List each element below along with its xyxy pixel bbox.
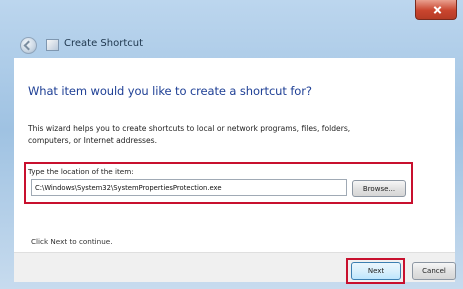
wizard-description: This wizard helps you to create shortcut… <box>28 124 351 145</box>
location-input[interactable] <box>31 179 347 196</box>
back-arrow-icon[interactable] <box>20 37 37 54</box>
next-button[interactable]: Next <box>351 262 401 280</box>
close-icon[interactable] <box>415 0 457 20</box>
page-heading: What item would you like to create a sho… <box>28 84 312 98</box>
window-title: Create Shortcut <box>64 38 143 49</box>
title-bar: Create Shortcut <box>0 0 463 54</box>
continue-hint: Click Next to continue. <box>31 237 113 246</box>
location-label: Type the location of the item: <box>28 167 134 176</box>
cancel-button[interactable]: Cancel <box>412 262 456 280</box>
browse-button[interactable]: Browse... <box>352 180 406 197</box>
shortcut-icon <box>46 39 59 51</box>
